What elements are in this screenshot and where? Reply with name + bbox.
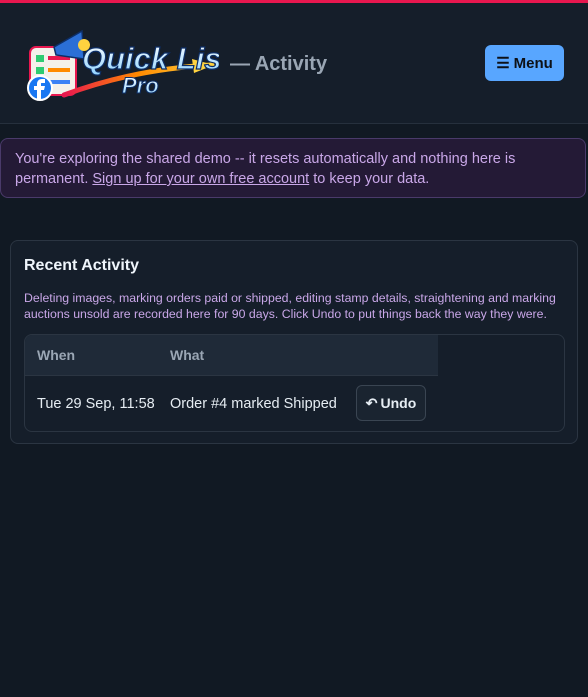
hamburger-icon: ☰ bbox=[496, 55, 510, 72]
banner-text-end: to keep your data. bbox=[313, 171, 430, 187]
undo-label: Undo bbox=[380, 395, 417, 411]
table-row: Tue 29 Sep, 11:58 Order #4 marked Shippe… bbox=[25, 376, 438, 431]
menu-label: Menu bbox=[513, 54, 553, 72]
svg-text:Quick List: Quick List bbox=[82, 41, 219, 76]
card-title: Recent Activity bbox=[24, 257, 139, 274]
page-subtitle: — Activity bbox=[230, 53, 327, 76]
table-header: When What bbox=[25, 335, 438, 376]
cell-when: Tue 29 Sep, 11:58 bbox=[37, 396, 155, 412]
undo-icon: ↶ bbox=[365, 394, 378, 411]
column-header-when: When bbox=[37, 347, 76, 363]
svg-text:Pro: Pro bbox=[122, 73, 159, 98]
menu-button[interactable]: ☰ Menu bbox=[485, 45, 564, 81]
column-header-what: What bbox=[170, 347, 205, 363]
logo-image: Quick List Pro bbox=[27, 29, 234, 101]
recent-activity-card: Recent Activity Deleting images, marking… bbox=[10, 240, 578, 444]
card-description: Deleting images, marking orders paid or … bbox=[24, 291, 556, 321]
app-header: Quick List Pro — Activity ☰ Menu bbox=[0, 3, 588, 124]
demo-notice-banner: You're exploring the shared demo -- it r… bbox=[0, 138, 586, 198]
activity-table: When What Tue 29 Sep, 11:58 Order #4 mar… bbox=[24, 334, 565, 432]
page-subtitle-text: — Activity bbox=[230, 53, 328, 75]
signup-link[interactable]: Sign up for your own free account bbox=[92, 171, 309, 187]
quicklist-pro-logo[interactable]: Quick List Pro bbox=[24, 25, 234, 103]
undo-button[interactable]: ↶ Undo bbox=[356, 385, 426, 421]
cell-what: Order #4 marked Shipped bbox=[170, 396, 337, 412]
